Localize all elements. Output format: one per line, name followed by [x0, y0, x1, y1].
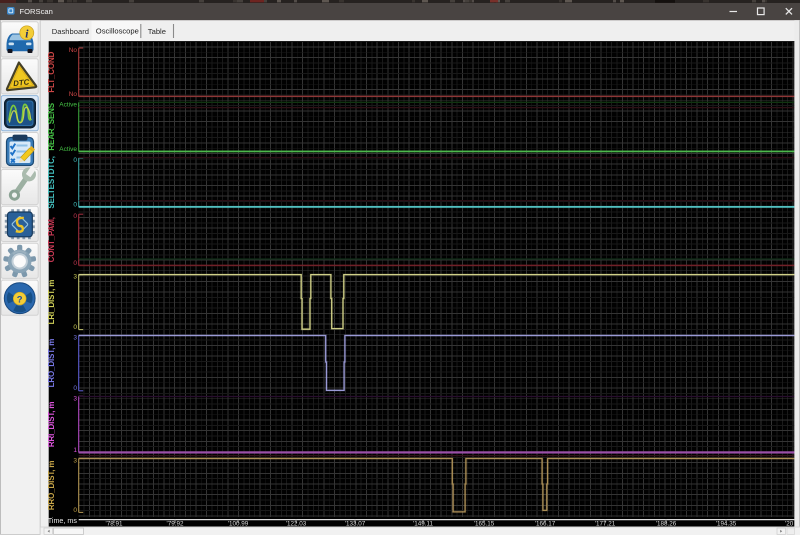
svg-text:3: 3 — [73, 335, 77, 342]
svg-text:LRI_DIST, m: LRI_DIST, m — [47, 280, 56, 325]
svg-text:No: No — [69, 47, 78, 54]
svg-text:DTC: DTC — [13, 77, 30, 88]
svg-text:'20: '20 — [785, 521, 794, 528]
svg-text:3: 3 — [73, 274, 77, 281]
svg-text:0: 0 — [73, 507, 77, 514]
svg-text:Time, ms: Time, ms — [48, 516, 78, 525]
svg-text:0: 0 — [73, 213, 77, 220]
svg-text:CONT_PAM,: CONT_PAM, — [47, 217, 56, 262]
svg-text:FORScan: FORScan — [20, 7, 53, 16]
svg-text:3: 3 — [73, 458, 77, 465]
svg-text:Active: Active — [59, 101, 77, 108]
svg-text:Oscilloscope: Oscilloscope — [96, 26, 139, 35]
svg-text:Active: Active — [59, 146, 77, 153]
svg-text:1: 1 — [73, 447, 77, 454]
svg-text:SELTESTDTC,: SELTESTDTC, — [47, 156, 56, 208]
svg-text:0: 0 — [73, 385, 77, 392]
svg-text:RRI_DIST, m: RRI_DIST, m — [47, 402, 56, 448]
svg-text:0: 0 — [73, 260, 77, 267]
svg-text:LRO_DIST, m: LRO_DIST, m — [47, 339, 56, 388]
svg-text:0: 0 — [73, 157, 77, 164]
svg-text:No: No — [69, 91, 78, 98]
svg-text:RRO_DIST, m: RRO_DIST, m — [47, 461, 56, 511]
svg-text:FLT_COND: FLT_COND — [47, 51, 56, 92]
svg-text:?: ? — [17, 295, 23, 306]
svg-text:3: 3 — [73, 395, 77, 402]
svg-text:Table: Table — [148, 27, 166, 36]
svg-text:Dashboard: Dashboard — [52, 27, 89, 36]
svg-text:0: 0 — [73, 324, 77, 331]
svg-text:REAR_SENS: REAR_SENS — [47, 102, 56, 150]
svg-text:0: 0 — [73, 201, 77, 208]
